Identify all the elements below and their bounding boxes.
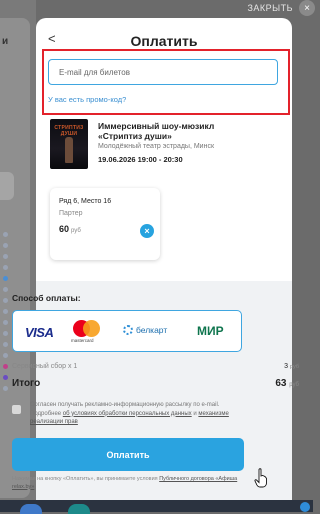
taskbar-app-3[interactable] [300, 502, 310, 512]
belkart-logo: белкарт [123, 325, 167, 335]
taskbar-app-1[interactable] [20, 504, 42, 514]
close-label[interactable]: ЗАКРЫТЬ [247, 3, 293, 13]
remove-ticket-icon[interactable]: × [140, 224, 154, 238]
taskbar-app-2[interactable] [68, 504, 90, 514]
service-fee-currency: руб [290, 364, 299, 370]
service-fee-amount: 3 [284, 363, 289, 370]
mastercard-text: mastercard [71, 338, 94, 343]
event-summary: СТРИПТИЗ ДУШИ Иммерсивный шоу-мюзикл «Ст… [50, 119, 282, 169]
ticket-card: Ряд 6, Место 16 Партер 60 руб × [50, 188, 160, 260]
total-value: 63 руб [275, 378, 299, 389]
close-modal-button[interactable]: ЗАКРЫТЬ × [247, 0, 315, 16]
terms-note: Нажимая на кнопку «Оплатить», вы принима… [12, 476, 238, 490]
ticket-price-currency: руб [71, 228, 81, 234]
event-name-line2: «Стриптиз души» [98, 131, 172, 141]
service-fee-label: Сервисный сбор х 1 [12, 363, 78, 370]
consent-block: Согласен получать рекламно-информационну… [12, 401, 244, 427]
event-name: Иммерсивный шоу-мюзикл «Стриптиз души» [98, 121, 282, 141]
total-row: Итого 63 руб [12, 378, 299, 389]
poster-figure [65, 137, 73, 163]
payment-methods[interactable]: VISA mastercard белкарт МИР [12, 310, 242, 352]
background-text: и [2, 36, 9, 47]
event-venue: Молодёжный театр эстрады, Минск [98, 143, 215, 150]
taskbar [0, 500, 313, 514]
consent-checkbox[interactable] [12, 405, 21, 414]
checkout-panel: < Оплатить E-mail для билетов У вас есть… [36, 18, 292, 500]
poster-title: СТРИПТИЗ ДУШИ [54, 125, 84, 137]
event-datetime: 19.06.2026 19:00 - 20:30 [98, 155, 183, 164]
belkart-icon [123, 325, 133, 335]
total-amount: 63 [275, 378, 287, 389]
seat-zone: Партер [59, 210, 83, 217]
payment-method-label: Способ оплаты: [12, 293, 81, 303]
seat-place: Ряд 6, Место 16 [59, 198, 112, 205]
background-page: и [0, 0, 36, 512]
total-currency: руб [289, 382, 299, 388]
visa-logo: VISA [25, 325, 54, 340]
promo-code-link[interactable]: У вас есть промо-код? [48, 95, 126, 104]
event-poster: СТРИПТИЗ ДУШИ [50, 119, 88, 169]
personal-data-link[interactable]: об условиях обработки персональных данны… [63, 411, 192, 417]
email-placeholder: E-mail для билетов [59, 67, 130, 77]
checkout-header: < Оплатить [36, 18, 292, 49]
event-info: Иммерсивный шоу-мюзикл «Стриптиз души» М… [98, 121, 282, 164]
consent-text: Согласен получать рекламно-информационну… [30, 402, 229, 425]
service-fee-value: 3 руб [284, 363, 299, 370]
hand-cursor-icon [254, 468, 267, 488]
background-right [292, 0, 313, 512]
ticket-price-value: 60 [59, 224, 70, 234]
total-label: Итого [12, 378, 41, 389]
pay-button[interactable]: Оплатить [12, 438, 244, 471]
page-title: Оплатить [130, 33, 198, 49]
email-field[interactable]: E-mail для билетов [48, 59, 278, 85]
ticket-price: 60 руб [59, 224, 81, 234]
mastercard-logo: mastercard [71, 320, 107, 346]
belkart-text: белкарт [136, 325, 168, 335]
service-fee-row: Сервисный сбор х 1 3 руб [12, 363, 299, 370]
background-button [0, 172, 14, 200]
event-name-line1: Иммерсивный шоу-мюзикл [98, 121, 215, 131]
mir-logo: МИР [197, 324, 224, 338]
close-icon[interactable]: × [299, 0, 315, 16]
